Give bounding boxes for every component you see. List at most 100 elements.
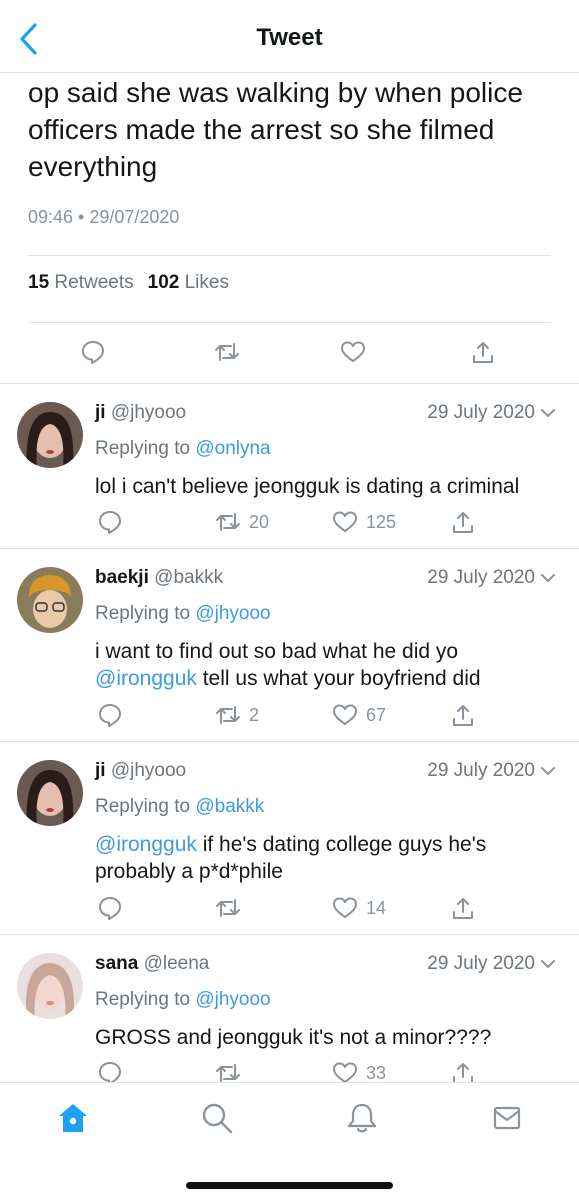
replying-to: Replying to @jhyooo — [95, 989, 271, 1011]
author-name: sana — [95, 953, 139, 974]
retweet-button[interactable] — [215, 894, 249, 922]
tab-home[interactable] — [56, 1101, 90, 1135]
share-button[interactable] — [450, 508, 476, 536]
avatar[interactable] — [17, 567, 83, 633]
reply-date: 29 July 2020 — [427, 953, 535, 974]
share-icon — [453, 512, 473, 533]
reply-action-bar: 33 — [0, 1059, 579, 1082]
retweet-count: 20 — [249, 511, 270, 532]
share-button[interactable] — [450, 1059, 476, 1082]
bottom-tab-bar — [0, 1082, 579, 1201]
like-count: 14 — [366, 897, 387, 918]
replying-to-link[interactable]: @bakkk — [195, 796, 264, 817]
mention-link[interactable]: @irongguk — [95, 833, 197, 856]
reply-date: 29 July 2020 — [427, 760, 535, 781]
tab-notifications[interactable] — [345, 1101, 379, 1135]
likes-stat[interactable]: 102 Likes — [148, 272, 229, 293]
reply-tweet[interactable]: sana @leena 29 July 2020 Replying to @jh… — [0, 935, 579, 1082]
author: sana @leena — [95, 953, 209, 975]
reply-action-bar: 2 67 — [0, 701, 579, 731]
like-count: 67 — [366, 704, 387, 725]
reply-date: 29 July 2020 — [427, 567, 535, 588]
like-count: 33 — [366, 1062, 387, 1083]
replying-to: Replying to @onlyna — [95, 438, 271, 460]
tweet-date: 29/07/2020 — [89, 207, 180, 227]
author-handle: @jhyooo — [110, 760, 187, 781]
replying-to-link[interactable]: @jhyooo — [195, 989, 270, 1010]
reply-tweet[interactable]: ji @jhyooo 29 July 2020 Replying to @bak… — [0, 742, 579, 934]
retweet-icon — [216, 706, 240, 724]
reply-button[interactable] — [97, 1059, 123, 1082]
retweet-button[interactable] — [215, 1059, 249, 1082]
retweet-count: 2 — [249, 704, 260, 725]
replying-to-link[interactable]: @jhyooo — [195, 603, 270, 624]
reply-tweet[interactable]: ji @jhyooo 29 July 2020 Replying to @onl… — [0, 384, 579, 548]
share-icon — [453, 705, 473, 726]
share-button[interactable] — [470, 335, 500, 369]
reply-action-bar: 20 125 — [0, 508, 579, 538]
retweet-button[interactable]: 2 — [215, 701, 259, 729]
tab-messages[interactable] — [490, 1101, 524, 1135]
reply-date: 29 July 2020 — [427, 402, 535, 423]
reply-icon — [99, 897, 121, 920]
chevron-down-icon[interactable] — [539, 955, 557, 973]
tweet-text: op said she was walking by when police o… — [28, 77, 523, 182]
reply-button[interactable] — [97, 508, 123, 536]
like-button[interactable] — [340, 335, 370, 369]
search-icon — [202, 1103, 233, 1134]
like-button[interactable]: 14 — [332, 894, 386, 922]
like-button[interactable]: 125 — [332, 508, 396, 536]
retweets-stat[interactable]: 15 Retweets — [28, 272, 134, 293]
chevron-down-icon[interactable] — [539, 404, 557, 422]
like-button[interactable]: 67 — [332, 701, 386, 729]
chevron-down-icon[interactable] — [539, 569, 557, 587]
replying-to: Replying to @bakkk — [95, 796, 264, 818]
likes-count: 102 — [147, 272, 180, 293]
divider — [28, 322, 551, 323]
replying-prefix: Replying to — [95, 989, 191, 1010]
chevron-down-icon[interactable] — [539, 762, 557, 780]
retweet-button[interactable] — [214, 335, 244, 369]
reply-action-bar: 14 — [0, 894, 579, 924]
avatar[interactable] — [17, 760, 83, 826]
avatar[interactable] — [17, 402, 83, 468]
share-icon — [453, 898, 473, 919]
tweet-action-bar — [0, 335, 579, 371]
author-name: ji — [95, 760, 106, 781]
reply-text-line: i want to find out so bad what he did yo — [95, 640, 459, 663]
share-icon — [473, 342, 493, 363]
home-indicator[interactable] — [186, 1182, 393, 1189]
avatar[interactable] — [17, 953, 83, 1019]
reply-button[interactable] — [97, 701, 123, 729]
envelope-icon — [493, 1106, 521, 1130]
author-handle: @jhyooo — [110, 402, 187, 423]
home-icon — [59, 1104, 87, 1132]
retweet-button[interactable]: 20 — [215, 508, 269, 536]
replying-prefix: Replying to — [95, 796, 191, 817]
author: ji @jhyooo — [95, 760, 186, 782]
reply-button[interactable] — [97, 894, 123, 922]
reply-button[interactable] — [80, 335, 110, 369]
author: baekji @bakkk — [95, 567, 223, 589]
retweet-icon — [216, 513, 240, 531]
heart-icon — [333, 511, 357, 532]
reply-tweet[interactable]: baekji @bakkk 29 July 2020 Replying to @… — [0, 549, 579, 741]
likes-label: Likes — [184, 272, 229, 293]
heart-icon — [333, 897, 357, 918]
replying-to: Replying to @jhyooo — [95, 603, 271, 625]
share-button[interactable] — [450, 894, 476, 922]
nav-header: Tweet — [0, 0, 579, 73]
mention-link[interactable]: @irongguk — [95, 667, 197, 690]
replying-prefix: Replying to — [95, 438, 191, 459]
retweets-count: 15 — [28, 272, 50, 293]
share-button[interactable] — [450, 701, 476, 729]
tweet-timestamp: 09:46 • 29/07/2020 — [28, 207, 180, 227]
like-button[interactable]: 33 — [332, 1059, 386, 1082]
heart-icon — [333, 704, 357, 725]
bell-icon — [347, 1103, 377, 1133]
reply-text: lol i can't believe jeongguk is dating a… — [95, 475, 520, 498]
replying-to-link[interactable]: @onlyna — [195, 438, 270, 459]
heart-icon — [333, 1062, 357, 1082]
tab-search[interactable] — [200, 1101, 234, 1135]
reply-text-rest: tell us what your boyfriend did — [202, 667, 481, 690]
